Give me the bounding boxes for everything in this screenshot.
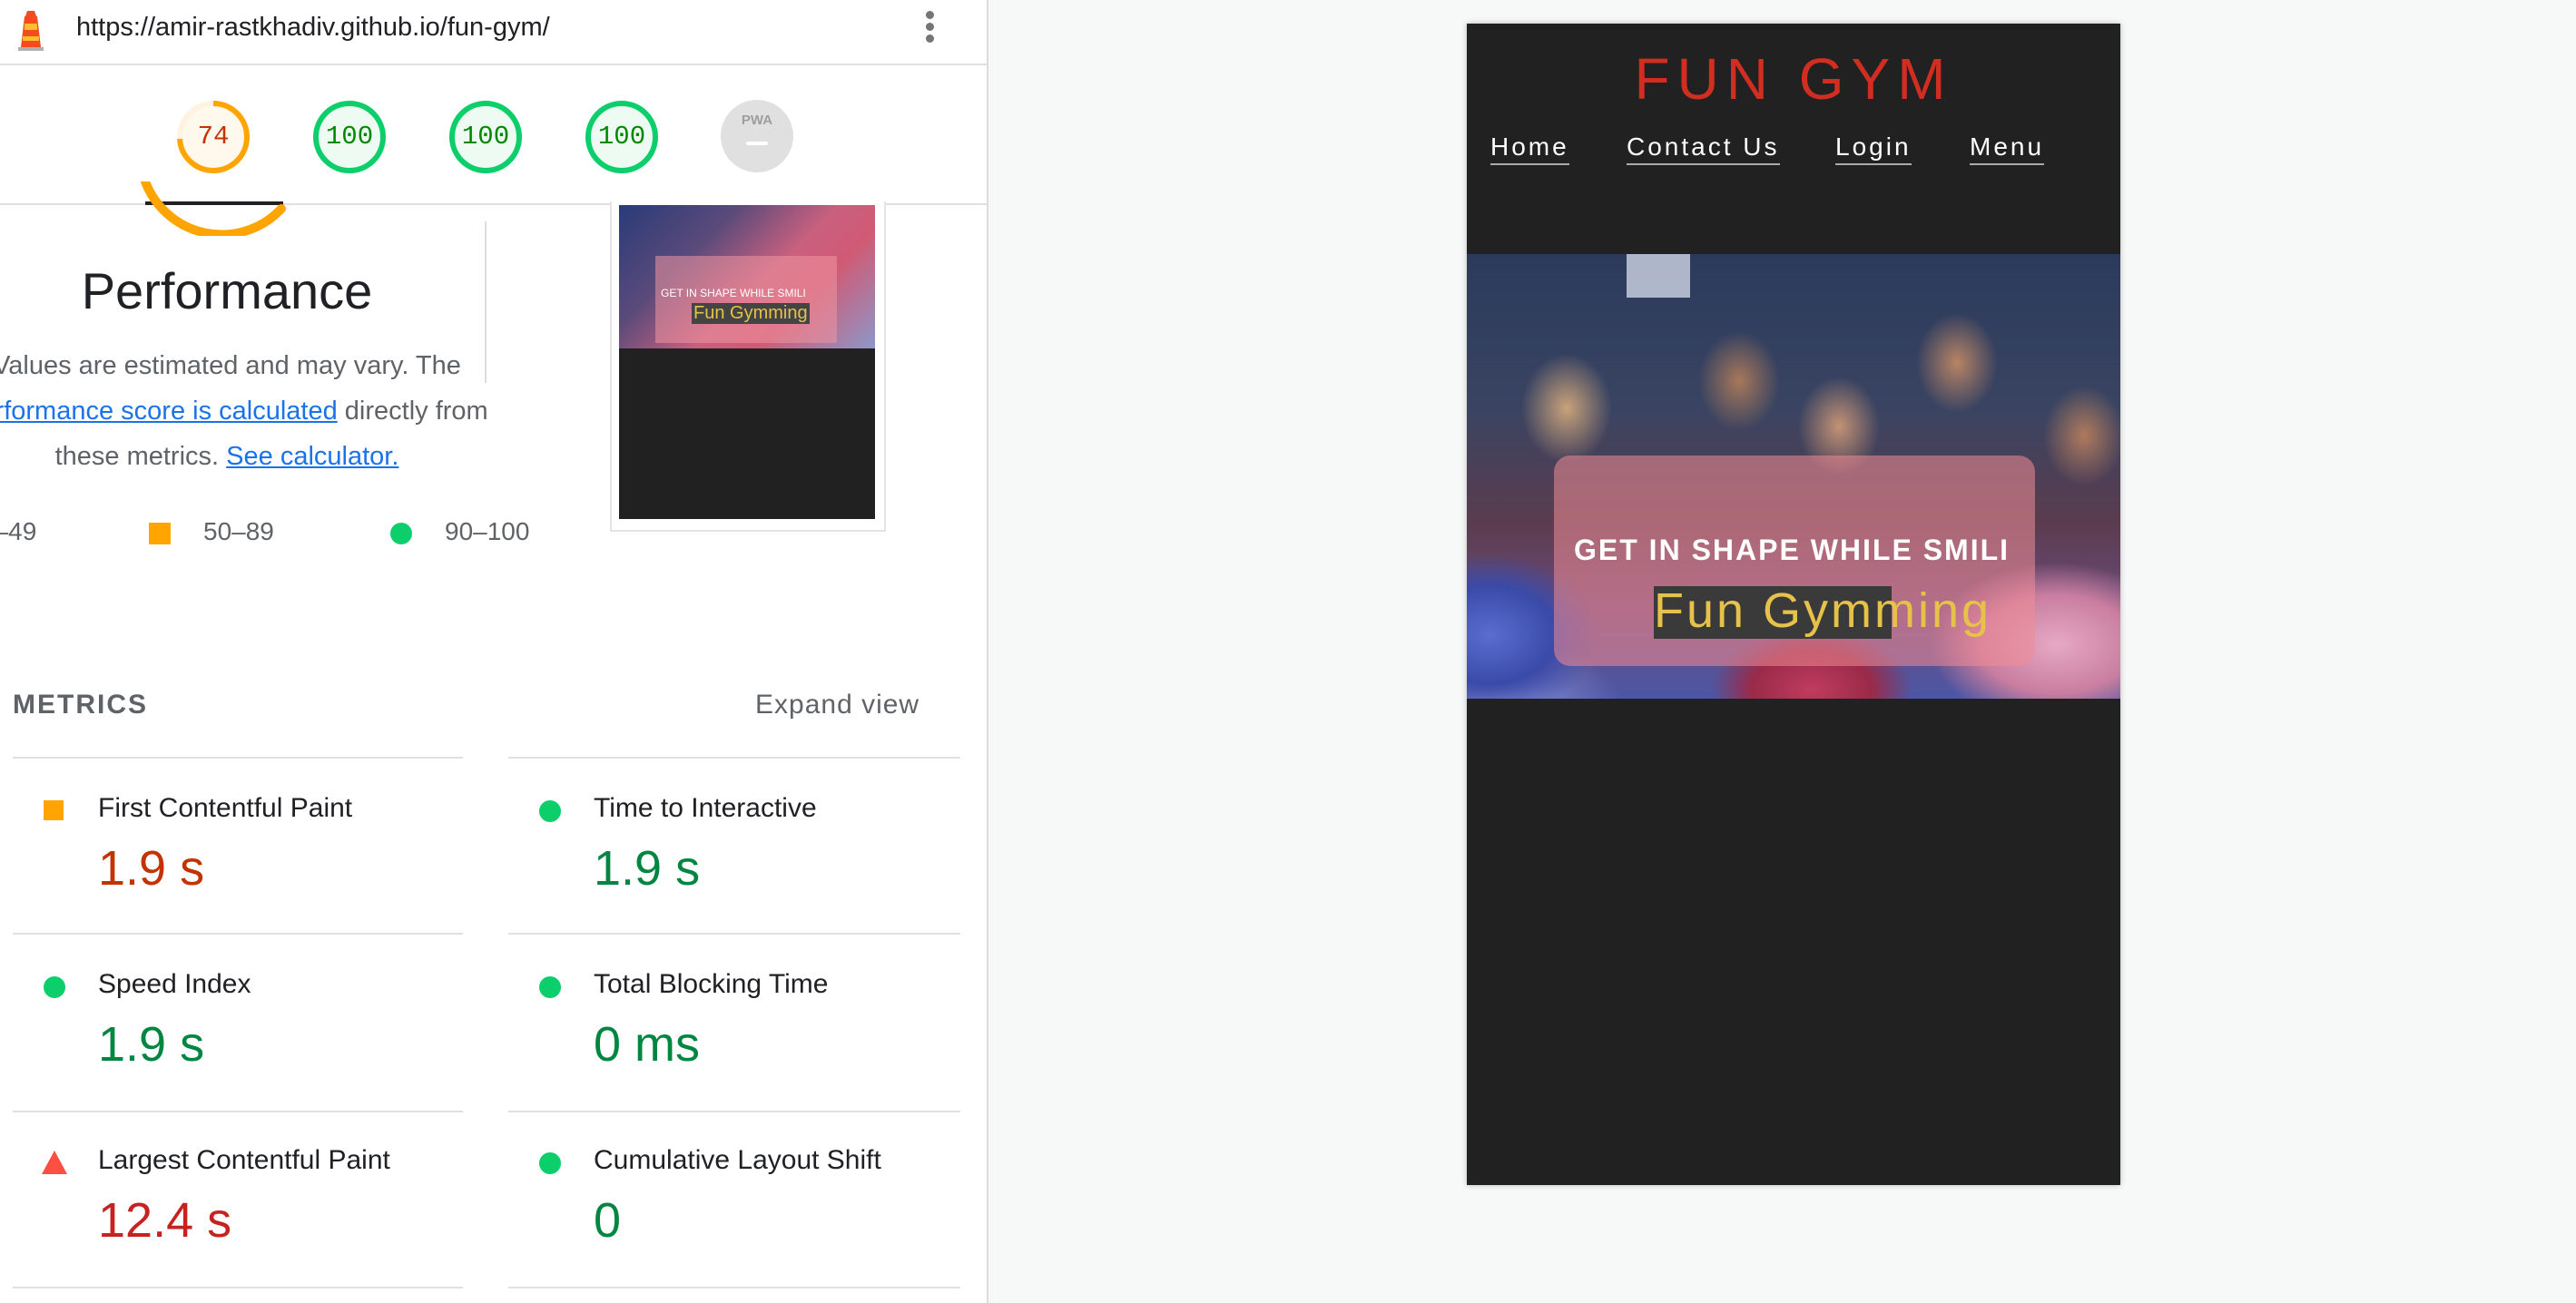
dash-icon	[746, 142, 768, 145]
lighthouse-panel: https://amir-rastkhadiv.github.io/fun-gy…	[0, 0, 988, 1303]
metric-value: 0 ms	[594, 1017, 701, 1072]
metric-value: 1.9 s	[594, 841, 701, 896]
screenshot-image: GET IN SHAPE WHILE SMILI Fun Gymming	[619, 205, 875, 519]
metric-speed-index: Speed Index 1.9 s	[11, 935, 465, 1107]
metric-label: Speed Index	[98, 969, 251, 999]
gauge-score: 100	[597, 122, 646, 152]
average-square-icon	[44, 800, 64, 820]
hero-brand: Fun Gymming	[1654, 583, 1992, 638]
performance-gauge[interactable]: 74	[176, 100, 251, 174]
mobile-page-preview: FUN GYM Home Contact Us Login Menu GET I…	[1467, 24, 2120, 1185]
final-screenshot-thumbnail[interactable]: GET IN SHAPE WHILE SMILI Fun Gymming	[610, 201, 886, 532]
lighthouse-logo-icon	[18, 11, 44, 51]
accessibility-gauge[interactable]: 100	[312, 100, 387, 174]
metric-label: First Contentful Paint	[98, 793, 353, 823]
more-vert-icon[interactable]	[917, 7, 942, 53]
nav-home-link[interactable]: Home	[1490, 132, 1569, 165]
desc-text: Values are estimated and may vary. The	[0, 351, 461, 380]
best-practices-gauge[interactable]: 100	[448, 100, 523, 174]
thumbnail-brand: Fun Gymming	[692, 303, 810, 324]
score-calculation-link[interactable]: performance score is calculated	[0, 397, 338, 426]
site-title: FUN GYM	[1634, 46, 1953, 112]
divider	[508, 1287, 960, 1288]
pwa-label: PWA	[741, 113, 773, 128]
nav-menu-link[interactable]: Menu	[1970, 132, 2045, 165]
nav-contact-link[interactable]: Contact Us	[1627, 132, 1780, 165]
expand-view-toggle[interactable]: Expand view	[755, 690, 919, 720]
performance-description: Values are estimated and may vary. The p…	[0, 343, 508, 479]
metric-value: 1.9 s	[98, 1017, 205, 1072]
metric-label: Largest Contentful Paint	[98, 1145, 390, 1175]
metric-value: 12.4 s	[98, 1193, 232, 1248]
thumbnail-subtitle: GET IN SHAPE WHILE SMILI	[661, 287, 806, 299]
metric-cumulative-layout-shift: Cumulative Layout Shift 0	[506, 1111, 960, 1283]
metric-largest-contentful-paint: Largest Contentful Paint 12.4 s	[11, 1111, 465, 1283]
gauge-score: 100	[325, 122, 374, 152]
nav-login-link[interactable]: Login	[1835, 132, 1912, 165]
divider	[13, 1287, 463, 1288]
legend-pass-range: 90–100	[445, 517, 530, 545]
gauge-score: 74	[197, 122, 230, 152]
site-nav: Home Contact Us Login Menu	[1467, 132, 2120, 187]
legend-average-range: 50–89	[203, 517, 274, 545]
metrics-heading: METRICS	[13, 690, 148, 720]
metric-label: Cumulative Layout Shift	[594, 1145, 881, 1175]
pass-circle-icon	[390, 523, 412, 544]
performance-big-gauge-arc	[141, 181, 286, 236]
hero-image: GET IN SHAPE WHILE SMILI Fun Gymming	[1467, 254, 2120, 699]
fail-triangle-icon	[42, 1151, 67, 1174]
metric-value: 1.9 s	[98, 841, 205, 896]
metric-time-to-interactive: Time to Interactive 1.9 s	[506, 759, 960, 931]
legend-fail-range: 0–49	[0, 517, 37, 545]
hero-subtitle: GET IN SHAPE WHILE SMILI	[1574, 534, 2011, 566]
pass-circle-icon	[539, 1152, 561, 1174]
metric-label: Total Blocking Time	[594, 969, 829, 999]
pwa-badge[interactable]: PWA	[721, 100, 793, 172]
pass-circle-icon	[44, 976, 65, 998]
metric-value: 0	[594, 1193, 622, 1248]
performance-title: Performance	[81, 262, 373, 319]
metric-first-contentful-paint: First Contentful Paint 1.9 s	[11, 759, 465, 931]
gauge-score: 100	[461, 122, 510, 152]
thumbnail-hero-image: GET IN SHAPE WHILE SMILI Fun Gymming	[619, 205, 875, 348]
url-bar: https://amir-rastkhadiv.github.io/fun-gy…	[0, 0, 987, 65]
pass-circle-icon	[539, 800, 561, 822]
average-square-icon	[149, 523, 171, 544]
pass-circle-icon	[539, 976, 561, 998]
metric-total-blocking-time: Total Blocking Time 0 ms	[506, 935, 960, 1107]
url-text[interactable]: https://amir-rastkhadiv.github.io/fun-gy…	[76, 13, 550, 43]
seo-gauge[interactable]: 100	[585, 100, 659, 174]
metric-label: Time to Interactive	[594, 793, 817, 823]
see-calculator-link[interactable]: See calculator.	[226, 442, 398, 471]
